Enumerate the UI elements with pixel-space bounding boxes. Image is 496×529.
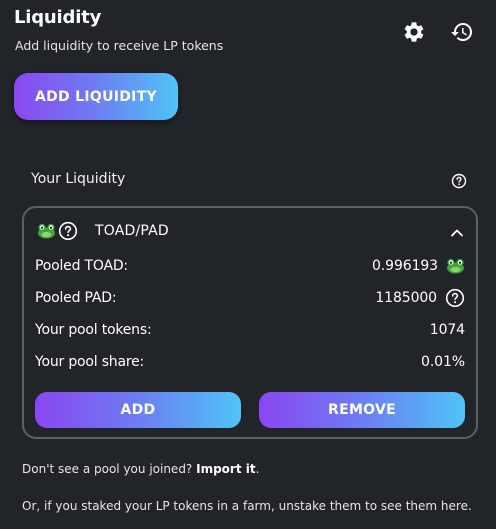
pooled-toad-row: Pooled TOAD: 0.996193 bbox=[35, 256, 465, 276]
add-liquidity-button[interactable]: ADD LIQUIDITY bbox=[14, 73, 178, 120]
page-title: Liquidity bbox=[14, 7, 102, 28]
row-label: Pooled PAD: bbox=[35, 290, 117, 306]
chevron-up-icon[interactable] bbox=[450, 223, 464, 242]
your-liquidity-heading: Your Liquidity bbox=[31, 171, 126, 187]
add-button[interactable]: ADD bbox=[35, 392, 241, 428]
question-circle-icon[interactable] bbox=[451, 173, 467, 193]
import-pool-link[interactable]: Import it bbox=[196, 462, 255, 476]
missing-pool-note: Don't see a pool you joined? Import it. bbox=[22, 462, 259, 476]
staked-note: Or, if you staked your LP tokens in a fa… bbox=[22, 499, 472, 513]
row-value: 1074 bbox=[429, 322, 465, 338]
pool-card: TOAD/PAD Pooled TOAD: 0.996193 Pooled PA… bbox=[22, 206, 478, 439]
row-label: Your pool tokens: bbox=[35, 322, 152, 338]
pool-header[interactable]: TOAD/PAD bbox=[37, 221, 169, 241]
row-value: 0.996193 bbox=[371, 258, 438, 274]
pool-pair-name: TOAD/PAD bbox=[95, 223, 169, 239]
question-circle-icon bbox=[445, 288, 465, 308]
row-label: Pooled TOAD: bbox=[35, 258, 128, 274]
gear-icon[interactable] bbox=[401, 19, 427, 45]
row-label: Your pool share: bbox=[35, 354, 145, 370]
missing-pool-text: Don't see a pool you joined? bbox=[22, 462, 197, 476]
pool-tokens-row: Your pool tokens: 1074 bbox=[35, 320, 465, 340]
row-value: 0.01% bbox=[421, 354, 465, 370]
pooled-pad-row: Pooled PAD: 1185000 bbox=[35, 288, 465, 308]
remove-button[interactable]: REMOVE bbox=[259, 392, 465, 428]
pool-share-row: Your pool share: 0.01% bbox=[35, 352, 465, 372]
page-subtitle: Add liquidity to receive LP tokens bbox=[15, 38, 224, 53]
history-icon[interactable] bbox=[449, 19, 475, 45]
missing-pool-end: . bbox=[255, 462, 260, 476]
row-value: 1185000 bbox=[375, 290, 437, 306]
toad-icon bbox=[446, 258, 465, 274]
question-circle-icon bbox=[58, 221, 78, 241]
toad-icon bbox=[37, 223, 56, 239]
